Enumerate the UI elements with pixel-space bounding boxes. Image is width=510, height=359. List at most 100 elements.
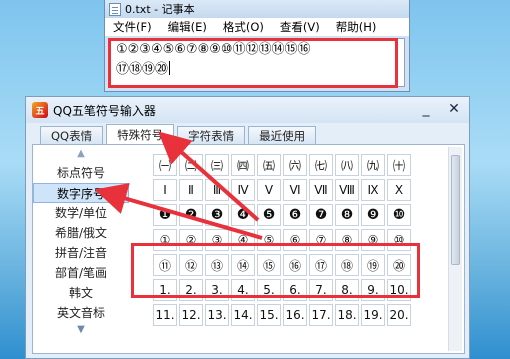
symbol-cell[interactable]: 13. bbox=[205, 304, 229, 326]
symbol-cell[interactable]: Ⅹ bbox=[387, 179, 411, 201]
symbol-cell[interactable]: Ⅶ bbox=[309, 179, 333, 201]
ime-window: 五 QQ五笔符号输入器 _ ✕ QQ表情 特殊符号 字符表情 最近使用 ▲ 标点… bbox=[25, 96, 470, 359]
tab-special-symbols[interactable]: 特殊符号 bbox=[106, 124, 175, 144]
category-greek-russian[interactable]: 希腊/俄文 bbox=[33, 223, 129, 243]
symbol-cell[interactable]: ⑨ bbox=[361, 229, 385, 251]
symbol-cell[interactable]: ❾ bbox=[361, 204, 385, 226]
symbol-cell[interactable]: 14. bbox=[231, 304, 255, 326]
symbol-cell[interactable]: ⑳ bbox=[387, 254, 411, 276]
symbol-cell[interactable]: ❼ bbox=[309, 204, 333, 226]
notepad-window: 0.txt - 记事本 文件(F) 编辑(E) 格式(O) 查看(V) 帮助(H… bbox=[104, 0, 410, 92]
symbol-cell[interactable]: ㈤ bbox=[257, 154, 281, 176]
symbol-cell[interactable]: Ⅱ bbox=[179, 179, 203, 201]
symbol-cell[interactable]: ⑦ bbox=[309, 229, 333, 251]
symbol-cell[interactable]: ⑤ bbox=[257, 229, 281, 251]
category-pinyin[interactable]: 拼音/注音 bbox=[33, 243, 129, 263]
notepad-titlebar[interactable]: 0.txt - 记事本 bbox=[105, 0, 409, 18]
symbol-cell[interactable]: ❷ bbox=[179, 204, 203, 226]
tab-qq-emoticon[interactable]: QQ表情 bbox=[40, 126, 104, 144]
symbol-cell[interactable]: ⑰ bbox=[309, 254, 333, 276]
symbol-cell[interactable]: ㈦ bbox=[309, 154, 333, 176]
symbol-cell[interactable]: 15. bbox=[257, 304, 281, 326]
symbol-cell[interactable]: 2. bbox=[179, 279, 203, 301]
close-button[interactable]: ✕ bbox=[447, 101, 461, 117]
symbol-cell[interactable]: ㈧ bbox=[335, 154, 359, 176]
symbol-cell[interactable]: ⑥ bbox=[283, 229, 307, 251]
symbol-cell[interactable]: 4. bbox=[231, 279, 255, 301]
symbol-cell[interactable]: Ⅸ bbox=[361, 179, 385, 201]
symbol-cell[interactable]: ⑩ bbox=[387, 229, 411, 251]
symbol-cell[interactable]: 11. bbox=[153, 304, 177, 326]
symbol-row: 11. 12. 13. 14. 15. 16. 17. 18. 19. 20. bbox=[153, 304, 415, 329]
symbol-cell[interactable]: ㈡ bbox=[179, 154, 203, 176]
symbol-cell[interactable]: ❺ bbox=[257, 204, 281, 226]
symbol-cell[interactable]: Ⅰ bbox=[153, 179, 177, 201]
grid-scrollbar[interactable] bbox=[448, 147, 462, 351]
symbol-cell[interactable]: ③ bbox=[205, 229, 229, 251]
symbol-cell[interactable]: ㈣ bbox=[231, 154, 255, 176]
symbol-cell[interactable]: ④ bbox=[231, 229, 255, 251]
category-math-units[interactable]: 数学/单位 bbox=[33, 203, 129, 223]
symbol-cell[interactable]: 10. bbox=[387, 279, 411, 301]
symbol-cell[interactable]: ⑧ bbox=[335, 229, 359, 251]
symbol-cell[interactable]: ㈨ bbox=[361, 154, 385, 176]
symbol-cell[interactable]: 8. bbox=[335, 279, 359, 301]
minimize-button[interactable]: _ bbox=[419, 101, 433, 117]
symbol-cell[interactable]: Ⅴ bbox=[257, 179, 281, 201]
category-numbers[interactable]: 数字序号 bbox=[33, 183, 129, 203]
symbol-cell[interactable]: 5. bbox=[257, 279, 281, 301]
symbol-cell[interactable]: 12. bbox=[179, 304, 203, 326]
symbol-cell[interactable]: ⑪ bbox=[153, 254, 177, 276]
symbol-cell[interactable]: ⑫ bbox=[179, 254, 203, 276]
scrollbar-thumb[interactable] bbox=[451, 155, 460, 265]
category-radicals[interactable]: 部首/笔画 bbox=[33, 263, 129, 283]
symbol-cell[interactable]: 3. bbox=[205, 279, 229, 301]
symbol-cell[interactable]: 9. bbox=[361, 279, 385, 301]
menu-view[interactable]: 查看(V) bbox=[272, 19, 328, 35]
symbol-cell[interactable]: Ⅳ bbox=[231, 179, 255, 201]
symbol-cell[interactable]: 17. bbox=[309, 304, 333, 326]
menu-edit[interactable]: 编辑(E) bbox=[160, 19, 215, 35]
symbol-cell[interactable]: ② bbox=[179, 229, 203, 251]
notepad-title: 0.txt - 记事本 bbox=[125, 3, 195, 16]
symbol-cell[interactable]: 18. bbox=[335, 304, 359, 326]
symbol-cell[interactable]: ① bbox=[153, 229, 177, 251]
symbol-cell[interactable]: ㈢ bbox=[205, 154, 229, 176]
symbol-cell[interactable]: ⑮ bbox=[257, 254, 281, 276]
symbol-cell[interactable]: Ⅵ bbox=[283, 179, 307, 201]
symbol-cell[interactable]: 16. bbox=[283, 304, 307, 326]
symbol-cell[interactable]: ⑬ bbox=[205, 254, 229, 276]
symbol-cell[interactable]: Ⅲ bbox=[205, 179, 229, 201]
symbol-cell[interactable]: ⑭ bbox=[231, 254, 255, 276]
symbol-cell[interactable]: ❻ bbox=[283, 204, 307, 226]
symbol-cell[interactable]: ㈥ bbox=[283, 154, 307, 176]
symbol-cell[interactable]: ⑱ bbox=[335, 254, 359, 276]
category-punctuation[interactable]: 标点符号 bbox=[33, 163, 129, 183]
symbol-cell[interactable]: Ⅷ bbox=[335, 179, 359, 201]
notepad-text-area[interactable]: ①②③④⑤⑥⑦⑧⑨⑩⑪⑫⑬⑭⑮⑯ ⑰⑱⑲⑳ bbox=[109, 38, 405, 87]
symbol-cell[interactable]: 19. bbox=[361, 304, 385, 326]
symbol-cell[interactable]: ❸ bbox=[205, 204, 229, 226]
symbol-cell[interactable]: ❹ bbox=[231, 204, 255, 226]
category-phonetics[interactable]: 英文音标 bbox=[33, 303, 129, 323]
menu-format[interactable]: 格式(O) bbox=[215, 19, 272, 35]
menu-file[interactable]: 文件(F) bbox=[105, 19, 160, 35]
symbol-cell[interactable]: 7. bbox=[309, 279, 333, 301]
symbol-cell[interactable]: 1. bbox=[153, 279, 177, 301]
category-scroll-up-icon[interactable]: ▲ bbox=[33, 145, 129, 163]
symbol-cell[interactable]: ❶ bbox=[153, 204, 177, 226]
menu-help[interactable]: 帮助(H) bbox=[328, 19, 385, 35]
category-scroll-down-icon[interactable]: ▼ bbox=[33, 324, 129, 335]
symbol-cell[interactable]: ⑯ bbox=[283, 254, 307, 276]
symbol-cell[interactable]: ㈠ bbox=[153, 154, 177, 176]
ime-titlebar[interactable]: 五 QQ五笔符号输入器 bbox=[26, 97, 469, 123]
category-korean[interactable]: 韩文 bbox=[33, 283, 129, 303]
symbol-cell[interactable]: ❽ bbox=[335, 204, 359, 226]
symbol-cell[interactable]: 6. bbox=[283, 279, 307, 301]
symbol-cell[interactable]: ⑲ bbox=[361, 254, 385, 276]
symbol-cell[interactable]: 20. bbox=[387, 304, 411, 326]
tab-char-emoticon[interactable]: 字符表情 bbox=[177, 126, 246, 144]
symbol-cell[interactable]: ㈩ bbox=[387, 154, 411, 176]
tab-recent[interactable]: 最近使用 bbox=[248, 126, 317, 144]
symbol-cell[interactable]: ❿ bbox=[387, 204, 411, 226]
